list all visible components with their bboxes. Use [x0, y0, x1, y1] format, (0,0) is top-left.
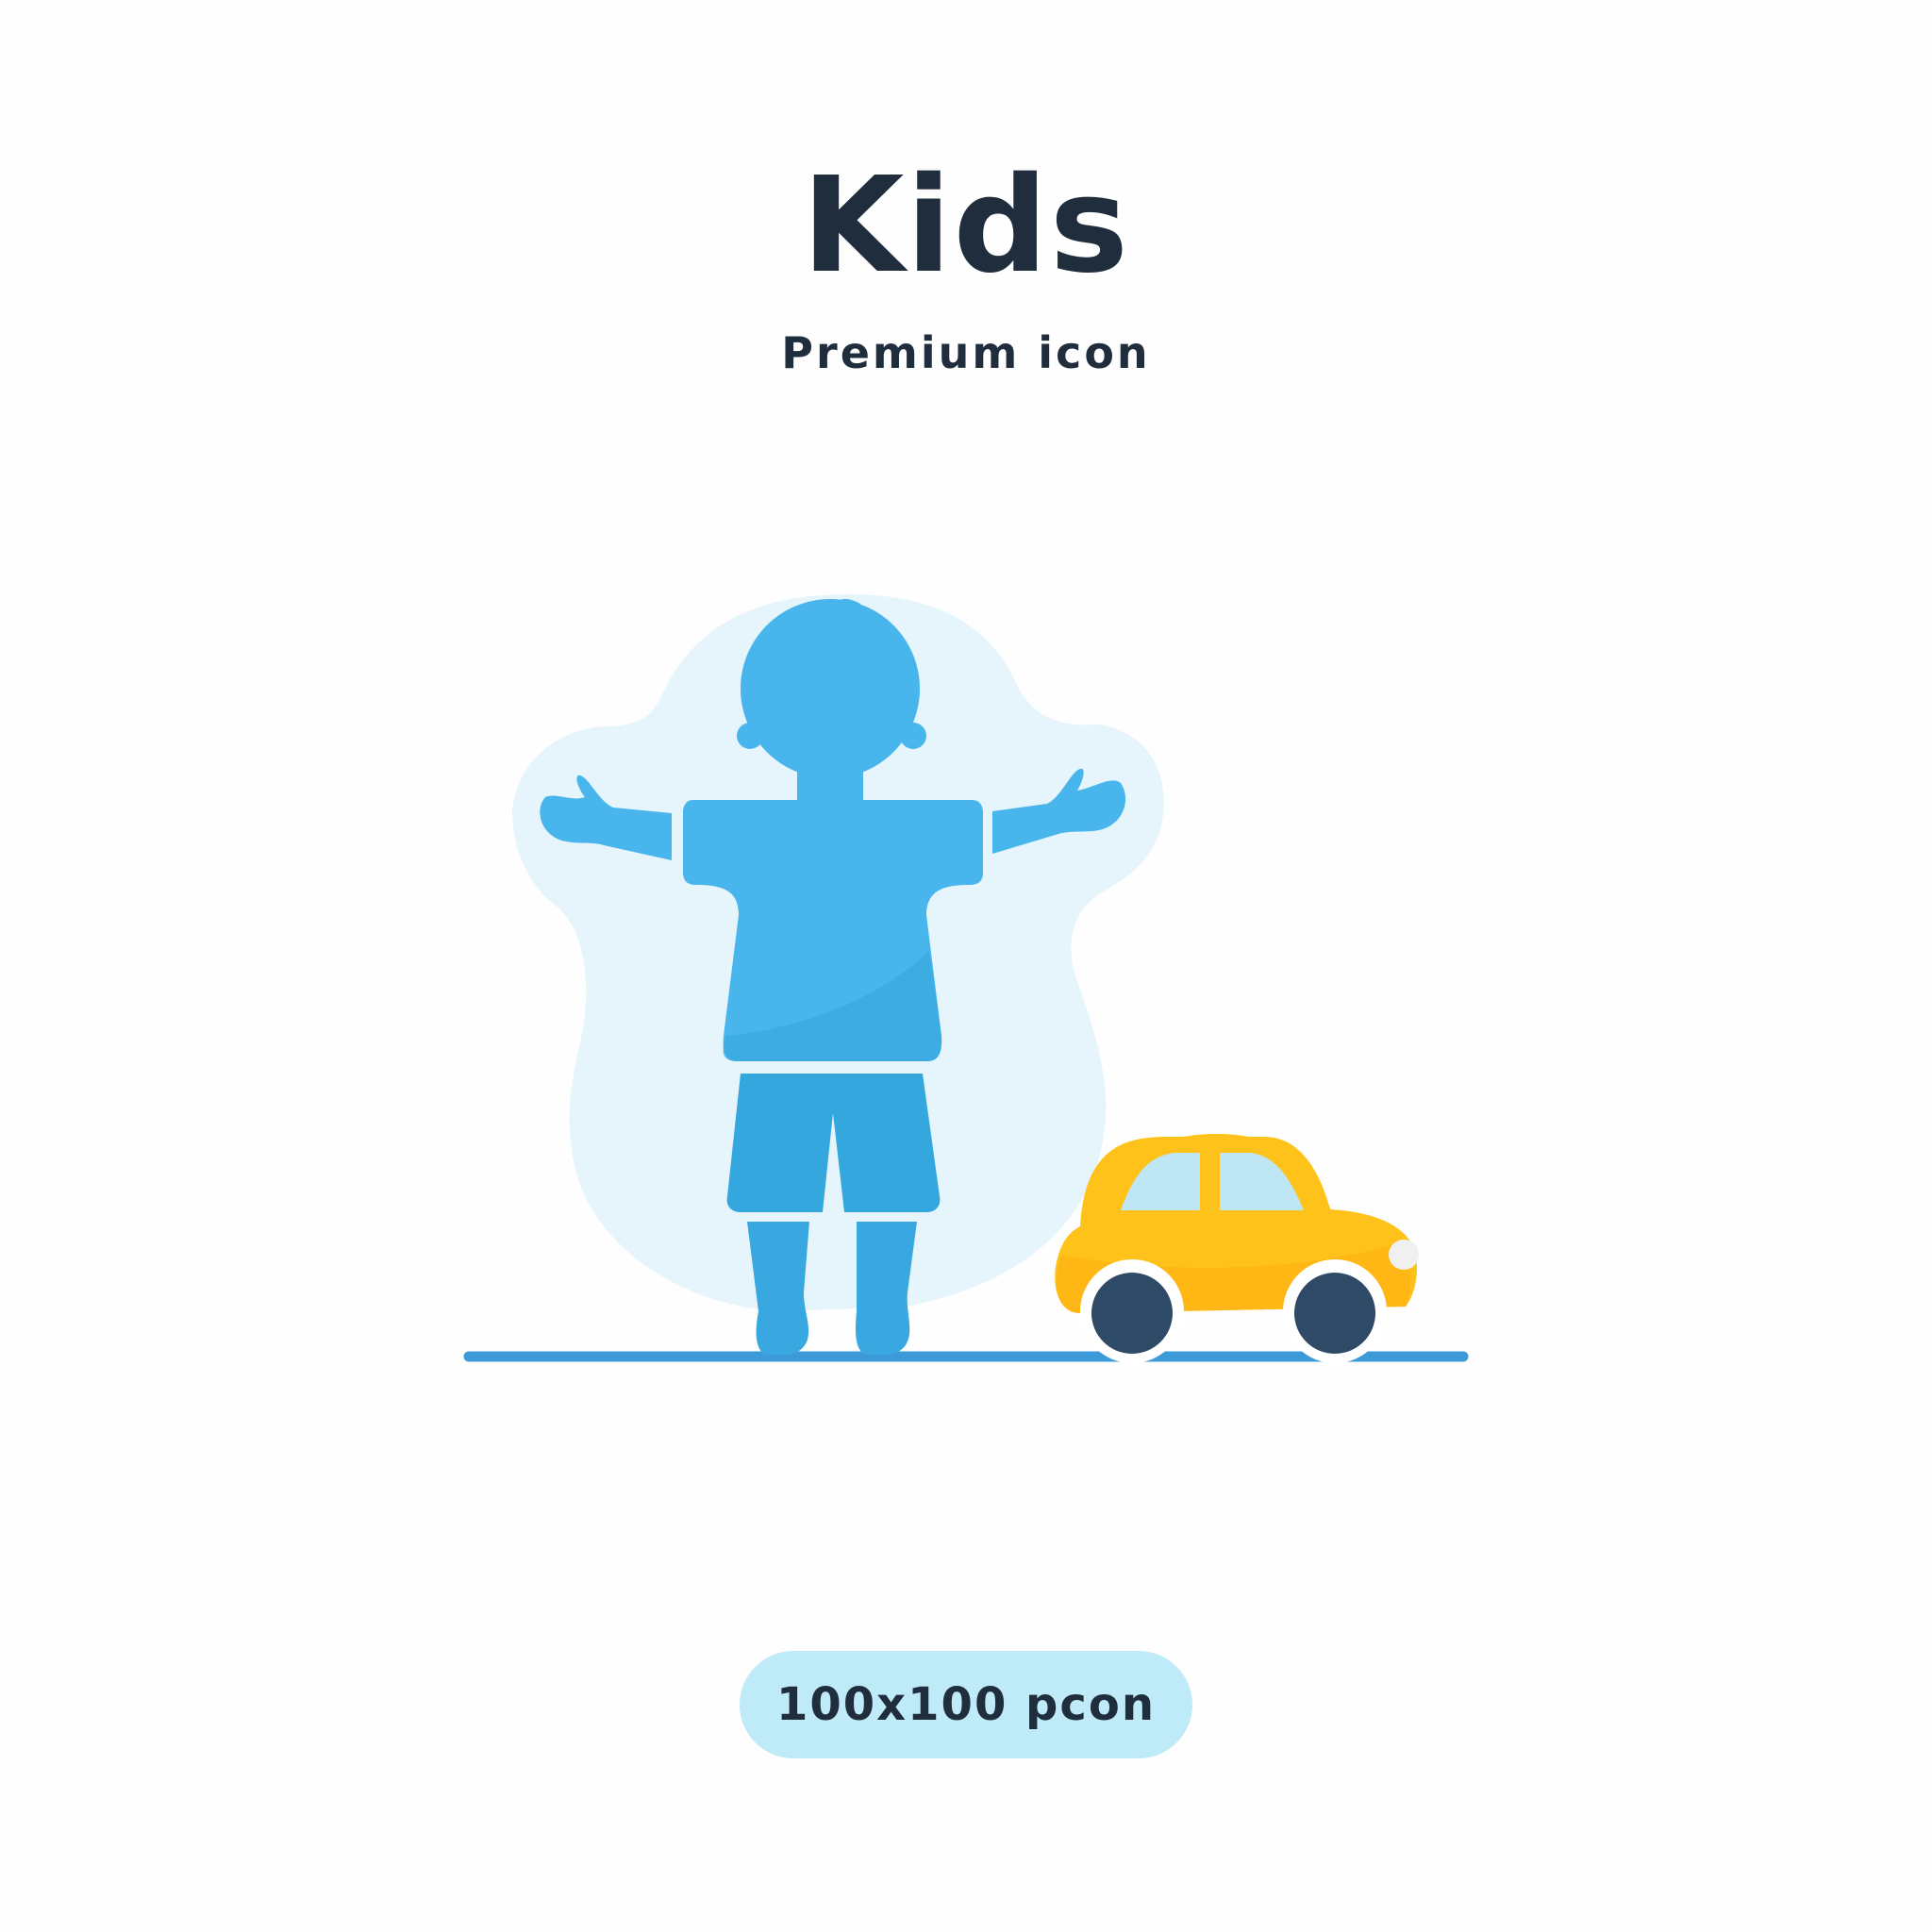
- kids-illustration: [463, 594, 1469, 1363]
- size-badge: 100x100 pcon: [740, 1651, 1192, 1758]
- icon-preview-page: Kids Premium icon 100x100 pcon: [0, 0, 1932, 1932]
- toy-car-icon: [1055, 1134, 1419, 1363]
